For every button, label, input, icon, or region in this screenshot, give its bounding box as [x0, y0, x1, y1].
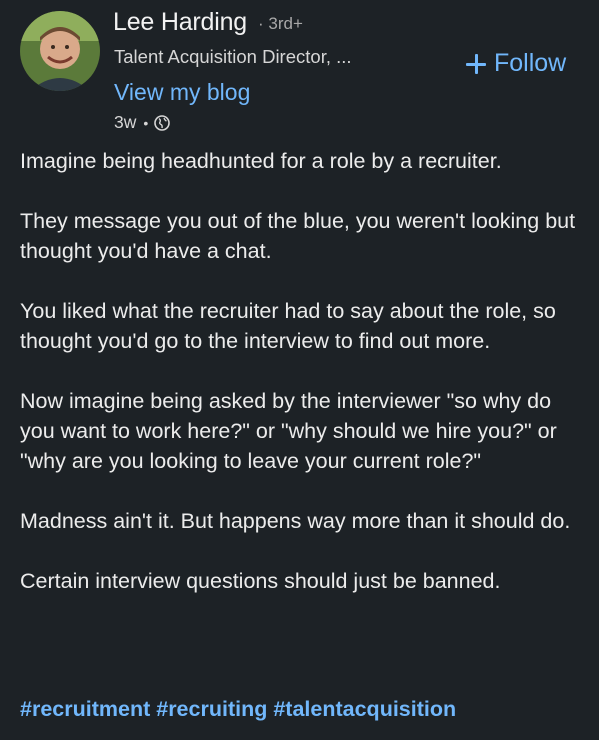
meta-separator: •: [143, 114, 149, 131]
post-body: Imagine being headhunted for a role by a…: [20, 146, 585, 626]
post-paragraph: Madness ain't it. But happens way more t…: [20, 509, 571, 533]
hashtag-link[interactable]: #recruiting: [156, 697, 267, 721]
post-paragraph: They message you out of the blue, you we…: [20, 209, 576, 263]
view-blog-link[interactable]: View my blog: [114, 79, 250, 106]
plus-icon: [466, 53, 486, 74]
post-time: 3w: [114, 112, 137, 132]
connection-degree: · 3rd+: [258, 14, 303, 33]
connection-degree-label: 3rd+: [268, 14, 303, 33]
post-paragraph: You liked what the recruiter had to say …: [20, 299, 556, 353]
avatar[interactable]: [20, 11, 100, 91]
follow-label: Follow: [494, 49, 567, 77]
hashtag-link[interactable]: #talentacquisition: [273, 697, 456, 721]
feed-post: Lee Harding · 3rd+ Talent Acquisition Di…: [0, 0, 599, 740]
hashtag-list: #recruitment #recruiting #talentacquisit…: [20, 697, 456, 722]
author-name[interactable]: Lee Harding: [113, 8, 247, 37]
post-paragraph: Certain interview questions should just …: [20, 569, 501, 593]
avatar-photo: [20, 11, 100, 91]
post-paragraph: Now imagine being asked by the interview…: [20, 389, 557, 473]
post-paragraph: Imagine being headhunted for a role by a…: [20, 149, 502, 173]
follow-button[interactable]: Follow: [466, 49, 566, 78]
author-headline: Talent Acquisition Director, ...: [114, 46, 352, 67]
globe-icon: [154, 114, 171, 131]
hashtag-link[interactable]: #recruitment: [20, 697, 150, 721]
post-meta: 3w •: [114, 112, 171, 133]
